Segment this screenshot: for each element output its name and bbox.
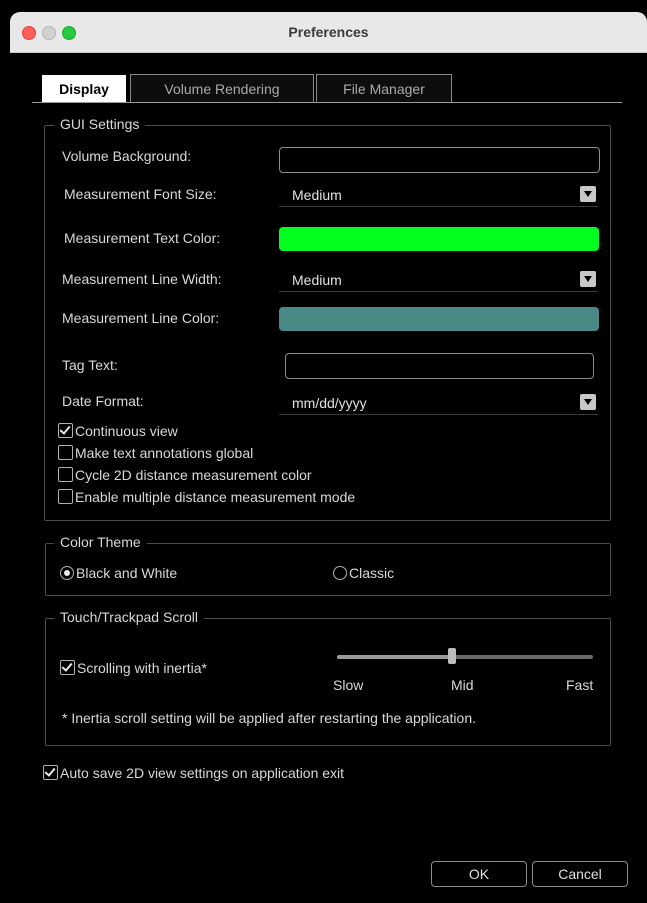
checkbox-icon [43, 765, 58, 780]
checkbox-label: Continuous view [75, 423, 178, 439]
font-size-value: Medium [292, 187, 342, 203]
theme-black-white-radio[interactable]: Black and White [60, 565, 177, 581]
date-format-select[interactable]: mm/dd/yyyy [279, 390, 598, 415]
radio-label: Classic [349, 565, 395, 581]
slider-label-slow: Slow [333, 677, 364, 693]
scrolling-inertia-checkbox[interactable]: Scrolling with inertia* [60, 660, 207, 676]
slider-label-mid: Mid [451, 677, 474, 693]
font-size-select[interactable]: Medium [279, 182, 598, 207]
checkbox-label: Cycle 2D distance measurement color [75, 467, 312, 483]
tab-volume-rendering[interactable]: Volume Rendering [130, 74, 314, 103]
date-format-label: Date Format: [62, 393, 144, 409]
tab-divider [32, 102, 622, 103]
checkbox-label: Make text annotations global [75, 445, 254, 461]
line-width-select[interactable]: Medium [279, 267, 598, 292]
text-color-swatch[interactable] [279, 227, 599, 251]
checkbox-label: Enable multiple distance measurement mod… [75, 489, 356, 505]
line-width-label: Measurement Line Width: [62, 271, 222, 287]
line-color-label: Measurement Line Color: [62, 310, 220, 326]
radio-icon [60, 566, 74, 580]
chevron-down-icon [580, 271, 596, 287]
tab-file-manager[interactable]: File Manager [316, 74, 452, 103]
tag-text-label: Tag Text: [62, 357, 118, 373]
preferences-window: Preferences Display Volume Rendering Fil… [10, 12, 647, 903]
title-bar[interactable]: Preferences [10, 12, 647, 53]
checkbox-icon [58, 445, 73, 460]
radio-icon [333, 566, 347, 580]
chevron-down-icon [580, 186, 596, 202]
ok-button[interactable]: OK [431, 861, 527, 887]
radio-label: Black and White [76, 565, 178, 581]
scroll-group [45, 618, 611, 746]
inertia-note: * Inertia scroll setting will be applied… [62, 710, 476, 726]
cycle-distance-color-checkbox[interactable]: Cycle 2D distance measurement color [58, 467, 312, 483]
inertia-slider[interactable] [337, 655, 593, 659]
volume-background-field[interactable] [279, 147, 600, 173]
text-annotations-global-checkbox[interactable]: Make text annotations global [58, 445, 253, 461]
continuous-view-checkbox[interactable]: Continuous view [58, 423, 178, 439]
checkbox-label: Scrolling with inertia* [77, 660, 207, 676]
slider-label-fast: Fast [566, 677, 594, 693]
checkbox-icon [58, 489, 73, 504]
auto-save-checkbox[interactable]: Auto save 2D view settings on applicatio… [43, 765, 344, 781]
scroll-legend: Touch/Trackpad Scroll [54, 609, 204, 625]
text-color-label: Measurement Text Color: [64, 230, 221, 246]
window-title: Preferences [288, 24, 369, 40]
chevron-down-icon [580, 394, 596, 410]
line-color-swatch[interactable] [279, 307, 599, 331]
cancel-button[interactable]: Cancel [532, 861, 628, 887]
slider-fill [337, 655, 453, 659]
checkbox-icon [60, 660, 75, 675]
tab-display[interactable]: Display [42, 75, 126, 102]
gui-settings-legend: GUI Settings [54, 116, 146, 132]
volume-background-label: Volume Background: [62, 148, 192, 164]
date-format-value: mm/dd/yyyy [292, 395, 367, 411]
tag-text-field[interactable] [285, 353, 594, 379]
font-size-label: Measurement Font Size: [64, 186, 217, 202]
multiple-distance-mode-checkbox[interactable]: Enable multiple distance measurement mod… [58, 489, 355, 505]
line-width-value: Medium [292, 272, 342, 288]
slider-thumb[interactable] [448, 648, 457, 664]
checkbox-icon [58, 423, 73, 438]
checkbox-label: Auto save 2D view settings on applicatio… [60, 765, 345, 781]
theme-classic-radio[interactable]: Classic [333, 565, 394, 581]
color-theme-legend: Color Theme [54, 534, 147, 550]
checkbox-icon [58, 467, 73, 482]
